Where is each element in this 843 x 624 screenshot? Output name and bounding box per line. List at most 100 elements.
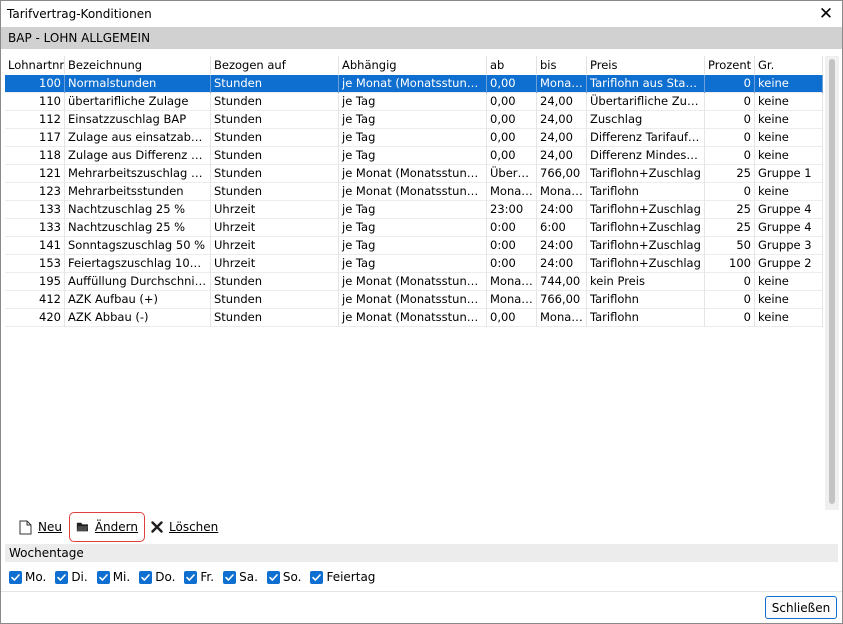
cell-prozent: 0 bbox=[705, 75, 755, 93]
delete-button-label: Löschen bbox=[169, 520, 219, 534]
table-row[interactable]: 133 Nachtzuschlag 25 % Uhrzeit je Tag 0:00 6:… bbox=[5, 219, 823, 237]
cell-abhaengig: je Monat (Monatsstunden) bbox=[339, 183, 487, 201]
cell-gruppe: Gruppe 4 bbox=[755, 219, 823, 237]
cell-preis: Tariflohn bbox=[587, 309, 705, 327]
table-row[interactable]: 133 Nachtzuschlag 25 % Uhrzeit je Tag 23:00 2… bbox=[5, 201, 823, 219]
close-icon[interactable]: ✕ bbox=[814, 3, 838, 25]
checkmark-icon[interactable] bbox=[139, 570, 153, 584]
table-row[interactable]: 118 Zulage aus Differenz Tarif... Stunden j… bbox=[5, 147, 823, 165]
weekday-checkbox[interactable]: Di. bbox=[55, 570, 88, 584]
cell-bezeichnung: Feiertagszuschlag 100 % bbox=[65, 255, 211, 273]
cell-gruppe: keine bbox=[755, 111, 823, 129]
cell-abhaengig: je Tag bbox=[339, 93, 487, 111]
weekdays-header: Wochentage bbox=[5, 544, 838, 562]
cell-lohnartnr: 133 bbox=[5, 201, 65, 219]
column-header-bezeichnung[interactable]: Bezeichnung bbox=[65, 56, 211, 74]
cell-ab: 0,00 bbox=[487, 129, 537, 147]
cell-gruppe: Gruppe 4 bbox=[755, 201, 823, 219]
weekday-checkbox[interactable]: Mo. bbox=[9, 570, 46, 584]
cell-bezogen-auf: Uhrzeit bbox=[211, 201, 339, 219]
cell-preis: Tariflohn+Zuschlag bbox=[587, 219, 705, 237]
weekday-checkbox[interactable]: Fr. bbox=[184, 570, 214, 584]
cell-prozent: 100 bbox=[705, 255, 755, 273]
checkmark-icon[interactable] bbox=[266, 570, 280, 584]
weekday-checkbox[interactable]: So. bbox=[266, 570, 301, 584]
cell-prozent: 0 bbox=[705, 183, 755, 201]
cell-ab: Monat ... bbox=[487, 273, 537, 291]
weekdays-title: Wochentage bbox=[9, 546, 84, 560]
new-document-icon bbox=[19, 520, 32, 534]
cell-lohnartnr: 153 bbox=[5, 255, 65, 273]
cell-bezogen-auf: Stunden bbox=[211, 147, 339, 165]
weekday-checkbox[interactable]: Sa. bbox=[223, 570, 258, 584]
cell-bis: 6:00 bbox=[537, 219, 587, 237]
cell-lohnartnr: 112 bbox=[5, 111, 65, 129]
column-header-abhaengig[interactable]: Abhängig bbox=[339, 56, 487, 74]
table-row[interactable]: 153 Feiertagszuschlag 100 % Uhrzeit je Tag 0… bbox=[5, 255, 823, 273]
cell-abhaengig: je Tag bbox=[339, 219, 487, 237]
cell-ab: 0,00 bbox=[487, 111, 537, 129]
cell-bezeichnung: Zulage aus einsatzabh. H... bbox=[65, 129, 211, 147]
delete-button[interactable]: Löschen bbox=[145, 512, 224, 542]
table-row[interactable]: 420 AZK Abbau (-) Stunden je Monat (Monatss… bbox=[5, 309, 823, 327]
cell-bis: 24:00 bbox=[537, 255, 587, 273]
cell-preis: Differenz Mindestlo... bbox=[587, 147, 705, 165]
table-row[interactable]: 100 Normalstunden Stunden je Monat (Monatss… bbox=[5, 75, 823, 93]
weekday-checkboxes: Mo. Di. Mi. Do. Fr. Sa. So. Feiertag bbox=[9, 569, 384, 585]
cell-preis: Tariflohn bbox=[587, 183, 705, 201]
column-header-gruppe[interactable]: Gr. bbox=[755, 56, 823, 74]
checkmark-icon[interactable] bbox=[310, 570, 324, 584]
weekday-checkbox[interactable]: Mi. bbox=[96, 570, 130, 584]
table-row[interactable]: 141 Sonntagszuschlag 50 % Uhrzeit je Tag 0:0… bbox=[5, 237, 823, 255]
cell-gruppe: Gruppe 2 bbox=[755, 255, 823, 273]
table-row[interactable]: 117 Zulage aus einsatzabh. H... Stunden je … bbox=[5, 129, 823, 147]
cell-preis: Differenz Tarifauftra... bbox=[587, 129, 705, 147]
column-header-preis[interactable]: Preis bbox=[587, 56, 705, 74]
weekday-label: Mo. bbox=[25, 570, 47, 584]
delete-x-icon bbox=[151, 521, 163, 533]
edit-button[interactable]: Ändern bbox=[69, 512, 145, 542]
column-header-lohnartnr[interactable]: Lohnartnr. bbox=[5, 56, 65, 74]
conditions-table[interactable]: Lohnartnr. Bezeichnung Bezogen auf Abhängig… bbox=[5, 56, 839, 510]
new-button[interactable]: Neu bbox=[13, 512, 68, 542]
cell-bis: Monat... bbox=[537, 183, 587, 201]
new-button-label: Neu bbox=[38, 520, 62, 534]
checkmark-icon[interactable] bbox=[223, 570, 237, 584]
table-header: Lohnartnr. Bezeichnung Bezogen auf Abhängig… bbox=[5, 56, 825, 74]
table-row[interactable]: 195 Auffüllung Durchschnitts... Stunden je … bbox=[5, 273, 823, 291]
table-row[interactable]: 123 Mehrarbeitsstunden Stunden je Monat (Mo… bbox=[5, 183, 823, 201]
cell-bezogen-auf: Stunden bbox=[211, 129, 339, 147]
column-header-bezogen-auf[interactable]: Bezogen auf bbox=[211, 56, 339, 74]
cell-bezeichnung: Einsatzzuschlag BAP bbox=[65, 111, 211, 129]
cell-ab: Überst... bbox=[487, 165, 537, 183]
close-button[interactable]: Schließen bbox=[765, 596, 837, 619]
cell-preis: kein Preis bbox=[587, 273, 705, 291]
cell-bis: 24:00 bbox=[537, 201, 587, 219]
table-row[interactable]: 412 AZK Aufbau (+) Stunden je Monat (Monats… bbox=[5, 291, 823, 309]
vertical-scrollbar[interactable] bbox=[825, 56, 839, 510]
cell-bezeichnung: Nachtzuschlag 25 % bbox=[65, 219, 211, 237]
cell-lohnartnr: 412 bbox=[5, 291, 65, 309]
checkmark-icon[interactable] bbox=[9, 570, 22, 584]
cell-abhaengig: je Monat (Monatsstunden) bbox=[339, 75, 487, 93]
table-row[interactable]: 112 Einsatzzuschlag BAP Stunden je Tag 0,00 2… bbox=[5, 111, 823, 129]
scrollbar-thumb[interactable] bbox=[829, 59, 835, 504]
column-header-ab[interactable]: ab bbox=[487, 56, 537, 74]
cell-bezogen-auf: Stunden bbox=[211, 111, 339, 129]
weekday-checkbox[interactable]: Feiertag bbox=[310, 570, 375, 584]
cell-bezogen-auf: Uhrzeit bbox=[211, 237, 339, 255]
table-row[interactable]: 121 Mehrarbeitszuschlag 25 % Stunden je Mon… bbox=[5, 165, 823, 183]
checkmark-icon[interactable] bbox=[184, 570, 198, 584]
cell-preis: Übertarifliche Zulage bbox=[587, 93, 705, 111]
column-header-prozent[interactable]: Prozent bbox=[705, 56, 755, 74]
checkmark-icon[interactable] bbox=[96, 570, 110, 584]
column-header-bis[interactable]: bis bbox=[537, 56, 587, 74]
table-row[interactable]: 110 übertarifliche Zulage Stunden je Tag 0,0… bbox=[5, 93, 823, 111]
checkmark-icon[interactable] bbox=[55, 570, 69, 584]
cell-bezeichnung: AZK Abbau (-) bbox=[65, 309, 211, 327]
cell-bis: 766,00 bbox=[537, 165, 587, 183]
cell-bezeichnung: Mehrarbeitsstunden bbox=[65, 183, 211, 201]
weekday-checkbox[interactable]: Do. bbox=[139, 570, 175, 584]
cell-gruppe: Gruppe 3 bbox=[755, 237, 823, 255]
cell-abhaengig: je Monat (Monatsstunden) bbox=[339, 273, 487, 291]
